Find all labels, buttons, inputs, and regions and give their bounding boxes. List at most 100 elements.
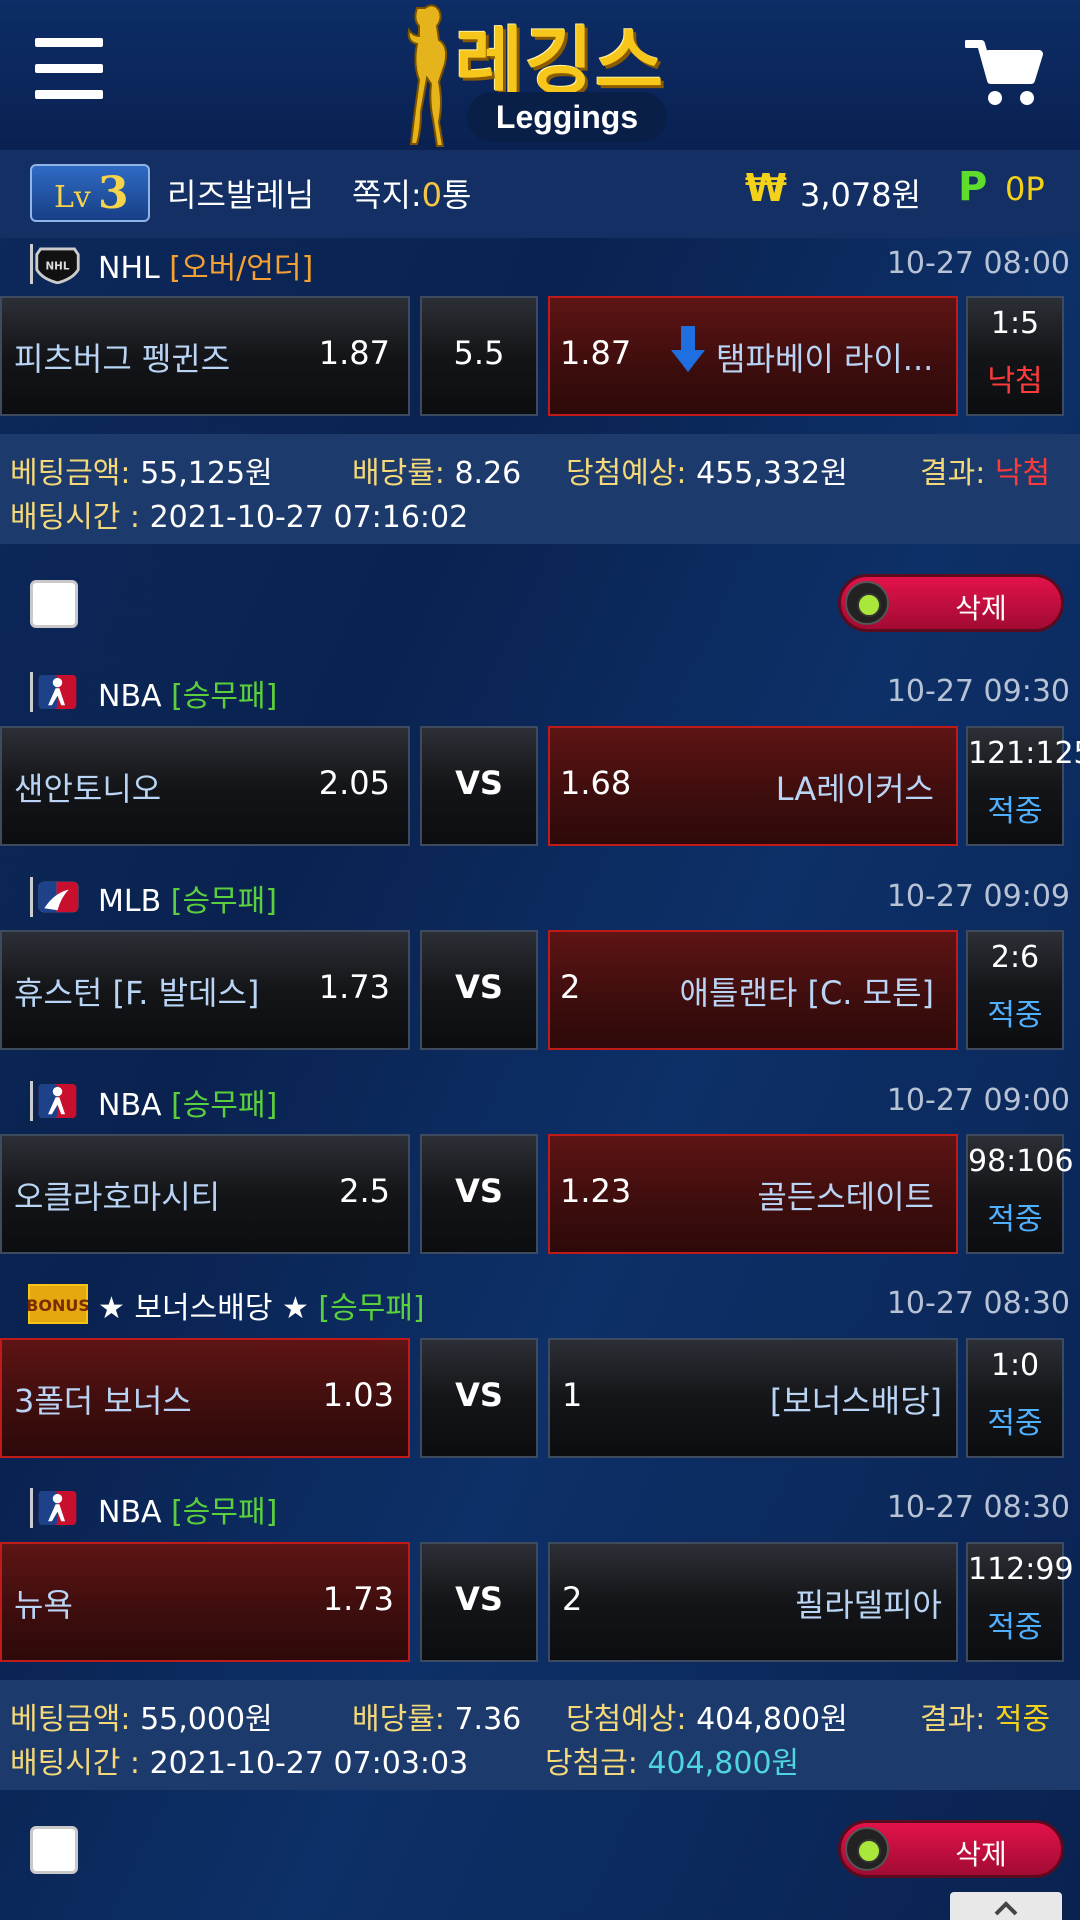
win-amount: 당첨금: 404,800원 <box>545 1746 800 1781</box>
final-score: 1:5 <box>990 306 1040 341</box>
away-team-option[interactable]: 2 필라델피아 <box>548 1542 958 1662</box>
level-number: 3 <box>98 168 129 219</box>
messages-unit: 통 <box>442 176 472 214</box>
mlb-logo-icon <box>30 877 79 917</box>
logo-english-text: Leggings <box>467 92 667 142</box>
level-prefix: Lv <box>54 180 91 215</box>
bet-amount: 베팅금액: 55,125원 <box>10 456 273 491</box>
bet-time: 배팅시간 : 2021-10-27 07:03:03 <box>10 1746 469 1781</box>
result-box: 112:99 적중 <box>966 1542 1074 1662</box>
bet-result: 결과: 낙첨 <box>920 456 1051 491</box>
game-row: 샌안토니오 2.05 VS 1.68 LA레이커스 121:125 적중 <box>0 726 1080 846</box>
point-icon: P <box>958 164 988 210</box>
site-logo[interactable]: 레깅스 Leggings <box>395 0 695 150</box>
league-header: MLB [승무패] 10-27 09:09 <box>0 871 1080 921</box>
scroll-to-top-button[interactable] <box>950 1892 1062 1920</box>
away-team-option[interactable]: 1.87 탬파베이 라이... <box>548 296 958 416</box>
username[interactable]: 리즈발레님 <box>167 170 314 216</box>
away-team-name: 필라델피아 <box>794 1586 942 1624</box>
away-team-name: LA레이커스 <box>775 770 934 808</box>
draw-option[interactable]: VS <box>420 1134 538 1254</box>
game-time: 10-27 08:00 <box>886 246 1070 281</box>
home-team-option[interactable]: 샌안토니오 2.05 <box>0 726 410 846</box>
bet-category: [오버/언더] <box>169 251 314 286</box>
away-team-option[interactable]: 1.68 LA레이커스 <box>548 726 958 846</box>
bet-odds: 배당률: 7.36 <box>352 1702 522 1737</box>
league-header: BONUS ★ 보너스배당 ★ [승무패] 10-27 08:30 <box>0 1278 1080 1328</box>
bet-odds: 배당률: 8.26 <box>352 456 522 491</box>
game-result: 적중 <box>987 1610 1043 1645</box>
home-team-name: 휴스턴 [F. 발데스] <box>14 974 260 1012</box>
nhl-logo-icon: NHL <box>30 244 80 284</box>
user-info-bar: Lv 3 리즈발레님 쪽지:0통 ₩ 3,078원 P 0P <box>0 150 1080 238</box>
home-team-name: 오클라호마시티 <box>14 1178 221 1216</box>
home-team-option[interactable]: 피츠버그 펭귄즈 1.87 <box>0 296 410 416</box>
league-header: NBA [승무패] 10-27 08:30 <box>0 1482 1080 1532</box>
result-box: 2:6 적중 <box>966 930 1064 1050</box>
away-team-name: [보너스배당] <box>769 1382 942 1420</box>
draw-option[interactable]: VS <box>420 1542 538 1662</box>
game-time: 10-27 09:09 <box>886 879 1070 914</box>
arrow-down-icon <box>671 326 705 372</box>
slip-actions: 삭제 <box>0 548 1080 658</box>
home-team-option[interactable]: 3폴더 보너스 1.03 <box>0 1338 410 1458</box>
messages-link[interactable]: 쪽지:0통 <box>352 170 471 216</box>
result-box: 1:5 낙첨 <box>966 296 1064 416</box>
bet-category: [승무패] <box>171 679 278 714</box>
home-team-option[interactable]: 오클라호마시티 2.5 <box>0 1134 410 1254</box>
delete-label: 삭제 <box>955 1838 1007 1871</box>
points-amount: 0P <box>1005 170 1045 208</box>
draw-option[interactable]: VS <box>420 1338 538 1458</box>
messages-count: 0 <box>421 176 443 214</box>
away-team-option[interactable]: 1.23 골든스테이트 <box>548 1134 958 1254</box>
nba-logo-icon <box>30 1081 77 1121</box>
chevron-up-icon <box>994 1901 1018 1916</box>
draw-option[interactable]: VS <box>420 930 538 1050</box>
home-team-name: 3폴더 보너스 <box>14 1382 192 1420</box>
home-odds: 2.5 <box>339 1172 390 1210</box>
home-odds: 2.05 <box>318 764 390 802</box>
away-team-name: 탬파베이 라이... <box>716 340 934 378</box>
toggle-knob-icon <box>845 581 889 625</box>
bet-category: [승무패] <box>171 1495 278 1530</box>
bet-result: 결과: 적중 <box>920 1702 1051 1737</box>
result-box: 1:0 적중 <box>966 1338 1064 1458</box>
league-name: NHL [오버/언더] <box>98 251 314 286</box>
home-odds: 1.87 <box>318 334 390 372</box>
away-team-option[interactable]: 2 애틀랜타 [C. 모튼] <box>548 930 958 1050</box>
shopping-cart-icon[interactable] <box>965 38 1045 108</box>
nba-logo-icon <box>30 1488 77 1528</box>
balance-amount: 3,078원 <box>800 176 922 214</box>
vs-label: VS <box>455 1580 503 1618</box>
home-team-option[interactable]: 뉴욕 1.73 <box>0 1542 410 1662</box>
delete-button[interactable]: 삭제 <box>838 574 1064 632</box>
slip-select-checkbox[interactable] <box>30 1826 78 1874</box>
vs-label: VS <box>455 764 503 802</box>
bet-category: [승무패] <box>171 1088 278 1123</box>
final-score: 112:99 <box>968 1552 1074 1587</box>
game-row: 피츠버그 펭귄즈 1.87 5.5 1.87 탬파베이 라이... 1:5 낙첨 <box>0 296 1080 416</box>
slip-select-checkbox[interactable] <box>30 580 78 628</box>
draw-option[interactable]: VS <box>420 726 538 846</box>
top-bar: 레깅스 Leggings <box>0 0 1080 150</box>
slip-actions: 삭제 <box>0 1794 1080 1904</box>
delete-button[interactable]: 삭제 <box>838 1820 1064 1878</box>
game-result: 적중 <box>987 998 1043 1033</box>
league-name: ★ 보너스배당 ★ [승무패] <box>98 1291 425 1326</box>
expected-win: 당첨예상: 404,800원 <box>566 1702 848 1737</box>
away-team-option[interactable]: 1 [보너스배당] <box>548 1338 958 1458</box>
hamburger-menu-icon[interactable] <box>35 38 103 100</box>
game-result: 낙첨 <box>987 364 1043 399</box>
line-value: 5.5 <box>453 334 505 372</box>
bet-summary: 베팅금액: 55,125원 배당률: 8.26 당첨예상: 455,332원 결… <box>0 434 1080 544</box>
won-currency-icon: ₩ <box>745 166 787 210</box>
level-badge: Lv 3 <box>30 164 150 222</box>
game-time: 10-27 08:30 <box>886 1286 1070 1321</box>
result-box: 98:106 적중 <box>966 1134 1074 1254</box>
handicap-option[interactable]: 5.5 <box>420 296 538 416</box>
home-odds: 1.03 <box>322 1376 394 1414</box>
final-score: 121:125 <box>968 736 1080 771</box>
home-team-option[interactable]: 휴스턴 [F. 발데스] 1.73 <box>0 930 410 1050</box>
bet-time: 배팅시간 : 2021-10-27 07:16:02 <box>10 500 469 535</box>
league-name: MLB [승무패] <box>98 884 277 919</box>
